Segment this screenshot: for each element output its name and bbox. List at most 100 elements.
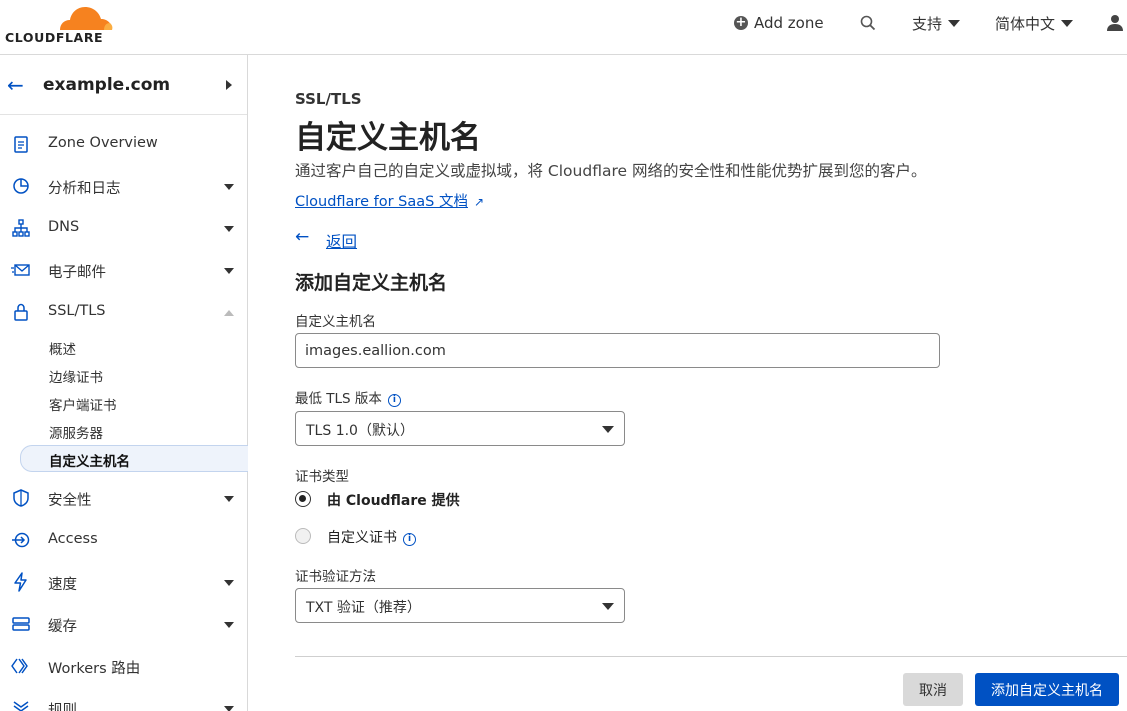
radio-selected[interactable]: [295, 491, 311, 507]
back-link[interactable]: 返回: [326, 230, 357, 252]
back-arrow-icon[interactable]: ←: [295, 227, 309, 247]
sidebar-item-label: SSL/TLS: [48, 303, 106, 319]
add-zone-label: Add zone: [754, 14, 824, 32]
caret-up-icon: [224, 310, 234, 316]
back-arrow-icon[interactable]: ←: [7, 75, 24, 95]
sidebar-item-label: 缓存: [48, 619, 77, 635]
sidebar-item-label: 电子邮件: [48, 265, 106, 281]
user-menu[interactable]: [1106, 0, 1124, 46]
sidebar-subitem-label: 客户端证书: [49, 398, 117, 414]
zone-name: example.com: [43, 75, 171, 95]
docs-link-label: Cloudflare for SaaS 文档: [295, 194, 468, 210]
tls-version-label: 最低 TLS 版本 i: [295, 387, 401, 407]
validation-method-select[interactable]: TXT 验证（推荐）: [295, 588, 625, 623]
language-label: 简体中文: [995, 14, 1056, 33]
support-label: 支持: [912, 14, 943, 33]
sidebar-item-speed[interactable]: 速度: [0, 565, 247, 601]
cloudflare-logo[interactable]: CLOUDFLARE: [4, 4, 114, 45]
divider: [295, 656, 1127, 657]
user-icon: [1107, 15, 1123, 31]
sidebar-item-workers-routes[interactable]: Workers 路由: [0, 649, 247, 685]
sidebar-item-label: Zone Overview: [48, 135, 158, 151]
docs-link[interactable]: Cloudflare for SaaS 文档 ↗: [295, 190, 484, 211]
caret-down-icon: [1061, 19, 1074, 27]
add-zone-button[interactable]: + Add zone: [734, 0, 824, 46]
radio-unselected[interactable]: [295, 528, 311, 544]
email-icon: [11, 264, 30, 276]
page-title: 自定义主机名: [295, 120, 481, 156]
zone-selector[interactable]: ← example.com: [0, 55, 247, 115]
sidebar-subitem-label: 自定义主机名: [49, 454, 130, 470]
plus-circle-icon: +: [734, 15, 748, 30]
search-button[interactable]: [860, 0, 876, 46]
caret-down-icon: [602, 426, 614, 433]
sidebar-item-label: 分析和日志: [48, 181, 121, 197]
cert-type-cloudflare-label: 由 Cloudflare 提供: [327, 493, 460, 509]
lock-icon: [14, 303, 28, 321]
sidebar-subitem-overview[interactable]: 概述: [20, 333, 248, 360]
sidebar-subitem-edge-certificates[interactable]: 边缘证书: [20, 361, 248, 388]
validation-method-value: TXT 验证（推荐）: [306, 600, 421, 616]
caret-down-icon: [224, 184, 234, 190]
sidebar-subitem-label: 源服务器: [49, 426, 103, 442]
cloud-icon: [60, 7, 113, 30]
tls-version-value: TLS 1.0（默认）: [306, 423, 414, 439]
cert-type-custom-text: 自定义证书: [327, 530, 397, 546]
access-icon: [12, 532, 30, 548]
tls-version-label-text: 最低 TLS 版本: [295, 391, 382, 407]
language-menu[interactable]: 简体中文: [995, 0, 1074, 46]
server-icon: [12, 617, 30, 631]
cert-type-custom-label: 自定义证书 i: [327, 527, 416, 547]
sidebar-item-label: 规则: [48, 703, 77, 711]
hostname-label: 自定义主机名: [295, 314, 376, 330]
sidebar-item-dns[interactable]: DNS: [0, 211, 247, 247]
sidebar-item-ssl-tls[interactable]: SSL/TLS: [0, 295, 247, 331]
caret-down-icon: [224, 706, 234, 711]
top-header: CLOUDFLARE + Add zone 支持 简体中文: [0, 0, 1127, 55]
caret-down-icon: [224, 622, 234, 628]
sidebar-item-email[interactable]: 电子邮件: [0, 253, 247, 289]
workers-icon: [11, 658, 28, 674]
sidebar-subitem-origin-server[interactable]: 源服务器: [20, 417, 248, 444]
sidebar-item-label: DNS: [48, 219, 80, 235]
sidebar-item-security[interactable]: 安全性: [0, 481, 247, 517]
sidebar-item-label: Access: [48, 531, 98, 547]
search-icon: [860, 15, 876, 31]
caret-down-icon: [948, 19, 961, 27]
cancel-button[interactable]: 取消: [903, 673, 963, 706]
info-icon[interactable]: i: [387, 394, 401, 407]
clipboard-icon: [14, 136, 28, 153]
cert-type-label: 证书类型: [295, 469, 349, 485]
sidebar-subitem-label: 边缘证书: [49, 370, 103, 386]
sidebar-item-label: 速度: [48, 577, 77, 593]
sidebar-item-zone-overview[interactable]: Zone Overview: [0, 127, 247, 163]
sidebar-item-access[interactable]: Access: [0, 523, 247, 559]
sidebar-subitem-label: 概述: [49, 342, 76, 358]
shield-icon: [13, 489, 29, 507]
rules-icon: [13, 701, 29, 711]
tls-version-select[interactable]: TLS 1.0（默认）: [295, 411, 625, 446]
lightning-icon: [14, 572, 27, 592]
sidebar-subitem-custom-hostnames[interactable]: 自定义主机名: [20, 445, 248, 472]
caret-down-icon: [224, 580, 234, 586]
external-link-icon: ↗: [473, 195, 485, 209]
network-icon: [12, 219, 30, 237]
sidebar: ← example.com Zone Overview 分析和日志 DNS 电子…: [0, 55, 248, 711]
sidebar-item-cache[interactable]: 缓存: [0, 607, 247, 643]
chevron-right-icon[interactable]: [226, 80, 232, 90]
logo-text: CLOUDFLARE: [5, 30, 104, 45]
info-icon[interactable]: i: [403, 533, 416, 546]
validation-method-label: 证书验证方法: [295, 569, 376, 585]
hostname-input[interactable]: [295, 333, 940, 368]
sidebar-item-rules[interactable]: 规则: [0, 691, 247, 711]
sidebar-item-analytics[interactable]: 分析和日志: [0, 169, 247, 205]
caret-down-icon: [224, 268, 234, 274]
caret-down-icon: [224, 226, 234, 232]
caret-down-icon: [602, 603, 614, 610]
pie-chart-icon: [13, 178, 29, 194]
sidebar-subitem-client-certificates[interactable]: 客户端证书: [20, 389, 248, 416]
caret-down-icon: [224, 496, 234, 502]
add-custom-hostname-button[interactable]: 添加自定义主机名: [975, 673, 1119, 706]
support-menu[interactable]: 支持: [912, 0, 961, 46]
sidebar-item-label: 安全性: [48, 493, 92, 509]
